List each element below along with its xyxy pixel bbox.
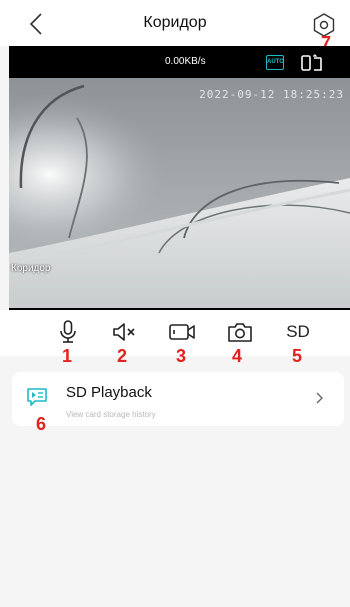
annotation-1: 1 bbox=[62, 346, 73, 366]
annotation-4: 4 bbox=[232, 346, 243, 366]
video-timestamp: 2022-09-12 18:25:23 bbox=[199, 88, 344, 101]
playback-icon bbox=[27, 388, 47, 406]
annotation-5: 5 bbox=[292, 346, 303, 366]
video-top-bar: 0.00KB/s AUTO bbox=[9, 46, 350, 78]
top-header: Коридор bbox=[0, 0, 350, 46]
speaker-muted-icon bbox=[113, 323, 135, 341]
rotate-screen-icon[interactable] bbox=[301, 54, 323, 72]
sd-button[interactable]: SD bbox=[284, 320, 312, 344]
sd-playback-subtitle: View card storage history bbox=[66, 410, 156, 419]
mute-button[interactable] bbox=[110, 320, 138, 344]
annotation-6: 6 bbox=[36, 414, 47, 434]
microphone-icon bbox=[60, 320, 76, 343]
microphone-button[interactable] bbox=[54, 320, 82, 344]
camera-icon bbox=[228, 323, 252, 342]
network-speed: 0.00KB/s bbox=[165, 56, 206, 67]
snapshot-button[interactable] bbox=[226, 320, 254, 344]
camera-feed bbox=[9, 78, 350, 308]
annotation-2: 2 bbox=[117, 346, 128, 366]
video-player[interactable]: 0.00KB/s AUTO 2022-09-12 18:25:23 Коридо… bbox=[9, 46, 350, 310]
chevron-right-icon bbox=[316, 392, 323, 404]
sd-playback-card[interactable] bbox=[12, 372, 344, 426]
page-title: Коридор bbox=[143, 14, 207, 31]
video-camera-icon bbox=[169, 324, 195, 340]
auto-quality-button[interactable]: AUTO bbox=[266, 55, 284, 70]
camera-name-overlay: Коридор bbox=[11, 263, 51, 274]
record-button[interactable] bbox=[168, 320, 196, 344]
annotation-3: 3 bbox=[176, 346, 187, 366]
sd-playback-title: SD Playback bbox=[66, 384, 152, 401]
camera-feed-image bbox=[9, 78, 350, 308]
